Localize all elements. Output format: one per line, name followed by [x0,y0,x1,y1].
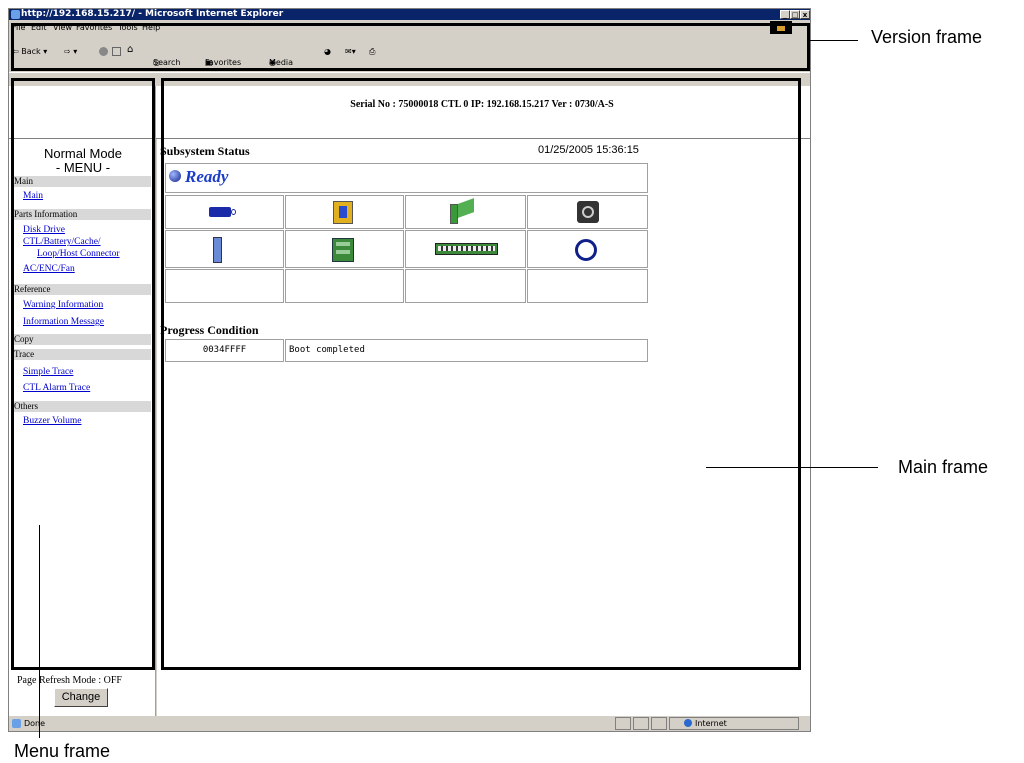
version-callout-line [810,40,858,41]
status-text-done: Done [24,719,46,728]
close-button[interactable]: x [800,10,810,19]
change-button[interactable]: Change [54,688,108,707]
globe-icon [684,719,692,727]
frame-divider [155,86,156,716]
window-title: http://192.168.15.217/ - Microsoft Inter… [21,9,284,19]
version-frame-label: Version frame [871,27,983,47]
menu-callout-line [39,525,40,738]
main-frame-label: Main frame [898,457,989,477]
maximize-button[interactable]: □ [790,10,800,19]
main-callout-line [706,467,878,468]
minimize-button[interactable]: _ [780,10,790,19]
zone-text: Internet [695,719,727,728]
version-frame-outline [11,23,810,71]
menu-frame-outline [11,78,155,670]
title-bar: http://192.168.15.217/ - Microsoft Inter… [9,9,810,20]
ie-logo-icon [11,10,20,19]
main-frame-outline [161,78,801,670]
status-bar: Done Internet [9,716,810,732]
refresh-mode-label: Page Refresh Mode : OFF [17,675,122,686]
menu-frame-label: Menu frame [14,741,111,761]
page-icon [12,719,21,728]
